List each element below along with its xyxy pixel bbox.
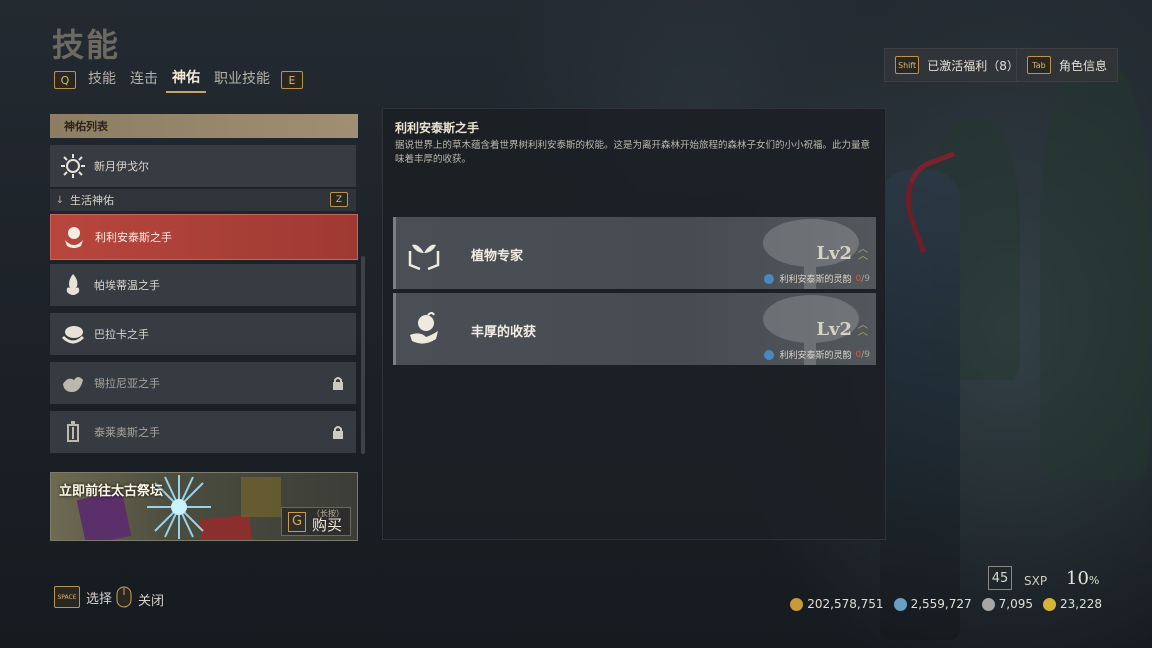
- coin-hand-icon: [60, 321, 86, 347]
- sprout-hands-icon: [408, 244, 440, 271]
- resource-name: 利利安泰斯的灵韵: [779, 351, 852, 361]
- blessing-list-panel: 神佑列表: [50, 114, 360, 138]
- currency-gem: 2,559,727: [893, 597, 972, 611]
- tree-hand-icon: [61, 224, 87, 250]
- rank-chevrons-icon: ︿ ︿: [858, 320, 868, 338]
- gold-coin-icon: [790, 597, 804, 611]
- select-hint[interactable]: SPACE 选择: [54, 586, 112, 608]
- sxp-label: SXP: [1024, 574, 1048, 588]
- skill-resource: 利利安泰斯的灵韵 0/9: [763, 272, 870, 285]
- tab-skills[interactable]: 技能: [82, 68, 122, 92]
- subheader-label: 生活神佑: [70, 194, 114, 207]
- tab-class-skills[interactable]: 职业技能: [208, 68, 276, 92]
- character-level-badge: 45: [988, 566, 1012, 590]
- mouse-icon: [116, 586, 132, 612]
- shift-key: Shift: [895, 56, 920, 74]
- blessing-item-label: 帕埃蒂温之手: [94, 279, 160, 292]
- blessing-item-baraka[interactable]: 巴拉卡之手: [50, 313, 356, 356]
- detail-description: 据说世界上的草木蕴含着世界树利利安泰斯的权能。这是为离开森林开始旅程的森林子女们…: [395, 140, 871, 165]
- wave-hand-icon: [60, 370, 86, 396]
- blessing-item-label: 巴拉卡之手: [94, 328, 149, 341]
- flame-hand-icon: [60, 272, 86, 298]
- character-info-label: 角色信息: [1059, 58, 1108, 73]
- blue-gem-icon: [893, 597, 907, 611]
- crescent-sun-icon: [60, 153, 86, 179]
- close-hint[interactable]: 关闭: [116, 586, 164, 612]
- skill-name: 植物专家: [471, 249, 524, 264]
- ancient-altar-promo[interactable]: 立即前往太古祭坛 G （长按） 购买: [50, 472, 358, 541]
- blessing-item-label: 泰莱奥斯之手: [94, 426, 160, 439]
- blessing-item-label: 锡拉尼亚之手: [94, 377, 160, 390]
- z-key: Z: [330, 192, 348, 207]
- life-blessing-subheader[interactable]: ↓ 生活神佑 Z: [50, 189, 356, 211]
- next-tab-key[interactable]: E: [281, 71, 303, 89]
- blessing-item-xilania[interactable]: 锡拉尼亚之手: [50, 362, 356, 405]
- g-key: G: [288, 511, 306, 532]
- blessing-item-crescent-igor[interactable]: 新月伊戈尔: [50, 145, 356, 188]
- sxp-percent: 10%: [1066, 568, 1100, 589]
- sun-token-icon: [1043, 597, 1056, 611]
- blessing-detail-panel: 利利安泰斯之手 据说世界上的草木蕴含着世界树利利安泰斯的权能。这是为离开森林开始…: [382, 108, 886, 540]
- lantern-icon: [60, 419, 86, 445]
- currency-sun: 23,228: [1043, 597, 1102, 611]
- list-scrollbar[interactable]: [361, 256, 365, 454]
- character-info-button[interactable]: Tab 角色信息: [1016, 48, 1119, 82]
- resource-max: /9: [861, 273, 870, 284]
- resource-name: 利利安泰斯的灵韵: [779, 275, 852, 285]
- harvest-hand-icon: [410, 312, 438, 344]
- skill-row-rich-harvest[interactable]: 丰厚的收获 Lv2 ︿ ︿ 利利安泰斯的灵韵 0/9: [393, 293, 876, 365]
- blessing-item-label: 新月伊戈尔: [94, 160, 149, 173]
- background-tree: [1040, 60, 1150, 480]
- skill-name: 丰厚的收获: [471, 325, 537, 340]
- close-label: 关闭: [138, 593, 165, 609]
- blessing-list-header: 神佑列表: [50, 114, 358, 138]
- aura-icon: [764, 273, 775, 284]
- blessing-item-liliantes[interactable]: 利利安泰斯之手: [50, 214, 358, 260]
- lock-icon: [332, 376, 344, 393]
- active-benefits-label: 已激活福利（8）: [927, 58, 1019, 73]
- rank-chevrons-icon: ︿ ︿: [858, 244, 868, 262]
- tab-blessing[interactable]: 神佑: [166, 67, 206, 93]
- silver-ore-icon: [981, 597, 995, 611]
- arrow-down-icon: ↓: [55, 194, 65, 206]
- currency-gold: 202,578,751: [790, 597, 884, 611]
- blessing-item-paetiwen[interactable]: 帕埃蒂温之手: [50, 264, 356, 307]
- skill-resource: 利利安泰斯的灵韵 0/9: [763, 348, 870, 361]
- aura-icon: [764, 349, 775, 360]
- tab-combo[interactable]: 连击: [124, 68, 164, 92]
- space-key: SPACE: [54, 586, 80, 608]
- select-label: 选择: [86, 591, 113, 607]
- page-title: 技能: [52, 26, 121, 64]
- skill-row-plant-expert[interactable]: 植物专家 Lv2 ︿ ︿ 利利安泰斯的灵韵 0/9: [393, 217, 876, 289]
- lock-icon: [332, 425, 344, 442]
- skill-level: Lv2: [816, 319, 852, 340]
- tab-bar: Q 技能 连击 神佑 职业技能 E: [54, 67, 303, 93]
- active-benefits-button[interactable]: Shift 已激活福利（8）: [884, 48, 1030, 82]
- blessing-item-telaios[interactable]: 泰莱奥斯之手: [50, 411, 356, 454]
- currency-bar: 202,578,751 2,559,727 7,095 23,228: [790, 597, 1102, 611]
- tab-key: Tab: [1027, 56, 1051, 74]
- buy-label: 购买: [312, 516, 343, 534]
- resource-max: /9: [861, 349, 870, 360]
- detail-title: 利利安泰斯之手: [395, 121, 480, 135]
- promo-title: 立即前往太古祭坛: [59, 484, 164, 499]
- buy-button[interactable]: G （长按） 购买: [281, 507, 351, 536]
- currency-silver: 7,095: [981, 597, 1033, 611]
- blessing-item-label: 利利安泰斯之手: [95, 231, 172, 244]
- skill-level: Lv2: [816, 243, 852, 264]
- prev-tab-key[interactable]: Q: [54, 71, 76, 89]
